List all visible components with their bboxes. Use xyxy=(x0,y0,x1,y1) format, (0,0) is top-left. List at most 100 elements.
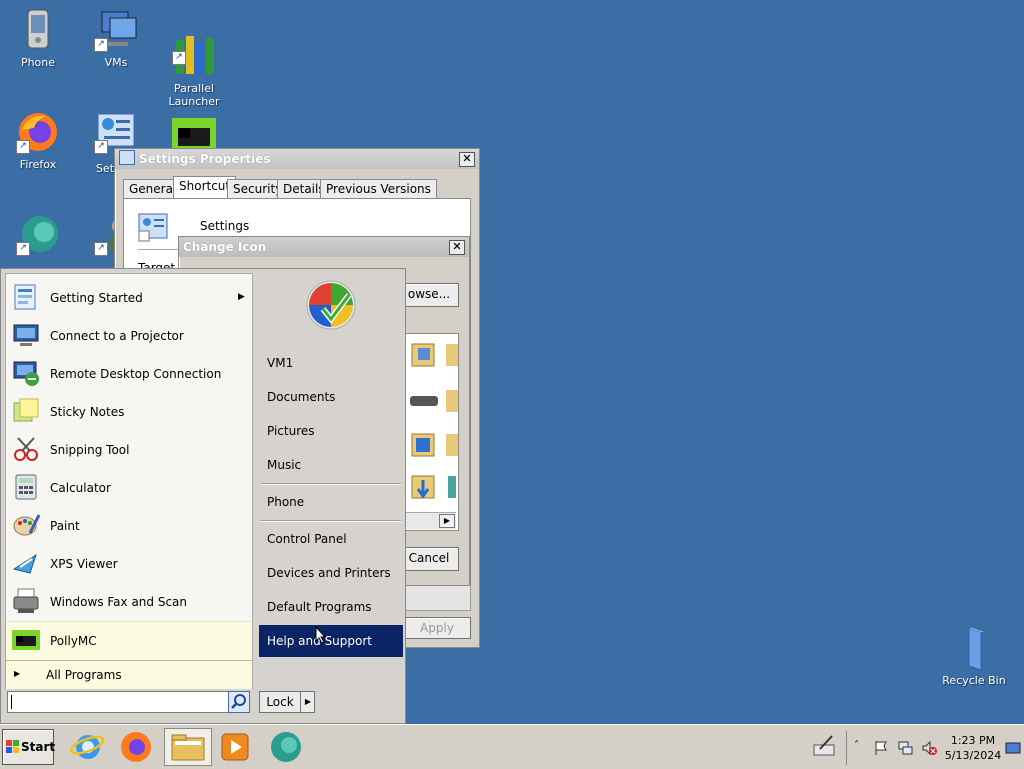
start-item-paint[interactable]: Paint xyxy=(6,507,252,545)
parallel-launcher-icon: ↗ xyxy=(172,21,216,74)
browse-button[interactable]: owse... xyxy=(399,283,459,307)
taskbar-firefox[interactable] xyxy=(118,729,154,765)
internet-explorer-icon xyxy=(69,735,105,759)
sticky-notes-icon xyxy=(12,397,40,425)
scroll-right-icon[interactable]: ▶ xyxy=(439,514,455,528)
apply-button[interactable]: Apply xyxy=(403,617,471,639)
pen-input-icon[interactable] xyxy=(812,733,836,757)
start-place-pictures[interactable]: Pictures xyxy=(259,416,403,446)
shortcut-arrow-icon: ↗ xyxy=(94,140,108,154)
recycle-bin-icon xyxy=(952,626,996,671)
taskbar: Start ˄ 1:23 PM 5/13/2024 xyxy=(0,724,1024,769)
shutdown-options-arrow-icon[interactable]: ▶ xyxy=(300,692,315,712)
start-item-snipping-tool[interactable]: Snipping Tool xyxy=(6,431,252,469)
clock[interactable]: 1:23 PM 5/13/2024 xyxy=(943,733,1003,763)
start-item-getting-started[interactable]: Getting Started ▶ xyxy=(6,279,252,317)
desktop-icon-label: VMs xyxy=(104,56,128,69)
tab-previous-versions[interactable]: Previous Versions xyxy=(320,179,437,198)
icon-list-scrollbar[interactable]: ▶ xyxy=(406,512,456,529)
chat-bubble-icon xyxy=(271,732,301,762)
start-place-control-panel[interactable]: Control Panel xyxy=(259,524,403,554)
folder-icon xyxy=(171,734,205,761)
icon-list[interactable]: ▶ xyxy=(405,333,459,531)
start-place-vm1[interactable]: VM1 xyxy=(259,348,403,378)
desktop-icon-label: Phone xyxy=(20,56,56,69)
taskbar-chat-app[interactable] xyxy=(268,729,304,765)
desktop-icon-label: Parallel Launcher xyxy=(168,82,220,108)
close-button[interactable]: ✕ xyxy=(449,240,465,255)
ok-button-partial[interactable] xyxy=(405,585,471,611)
start-item-label: Connect to a Projector xyxy=(50,329,184,343)
start-place-phone[interactable]: Phone xyxy=(259,487,403,517)
taskbar-media-player[interactable] xyxy=(218,729,254,765)
text-cursor xyxy=(11,695,12,709)
taskbar-file-explorer[interactable] xyxy=(164,728,212,766)
start-button[interactable]: Start xyxy=(2,729,55,765)
start-menu-programs-pane: Getting Started ▶ Connect to a Projector… xyxy=(5,273,253,689)
windows-security-logo-icon xyxy=(305,279,357,331)
start-item-xps-viewer[interactable]: XPS Viewer xyxy=(6,545,252,583)
volume-muted-icon[interactable] xyxy=(921,740,937,756)
mouse-pointer-icon xyxy=(315,625,327,644)
taskbar-internet-explorer[interactable] xyxy=(69,729,106,765)
window-title: Settings Properties xyxy=(139,152,271,166)
all-programs-button[interactable]: ▶ All Programs xyxy=(6,660,252,689)
pollymc-icon xyxy=(12,626,40,654)
start-place-default-programs[interactable]: Default Programs xyxy=(259,592,403,622)
start-item-pollymc[interactable]: PollyMC xyxy=(6,621,252,661)
divider xyxy=(138,249,178,250)
notification-area: ˄ 1:23 PM 5/13/2024 xyxy=(846,731,1023,765)
show-desktop-icon[interactable] xyxy=(1005,740,1021,756)
vms-icon: ↗ xyxy=(94,8,138,52)
desktop-icon-firefox[interactable]: ↗ Firefox xyxy=(0,110,76,171)
start-place-devices-printers[interactable]: Devices and Printers xyxy=(259,558,403,588)
desktop-icon-label: Firefox xyxy=(19,158,57,171)
scissors-icon xyxy=(12,435,40,463)
firefox-icon: ↗ xyxy=(16,110,60,154)
desktop-icon-parallel-launcher[interactable]: ↗ Parallel Launcher xyxy=(156,8,232,121)
start-item-label: Windows Fax and Scan xyxy=(50,595,188,609)
desktop-icon-vms[interactable]: ↗ VMs xyxy=(78,8,154,69)
start-place-music[interactable]: Music xyxy=(259,450,403,480)
close-button[interactable]: ✕ xyxy=(459,152,475,167)
network-icon[interactable] xyxy=(897,740,913,756)
window-titlebar[interactable]: Settings Properties ✕ xyxy=(115,149,479,169)
dialog-titlebar[interactable]: Change Icon ✕ xyxy=(179,237,469,257)
lock-button[interactable]: Lock xyxy=(260,692,300,712)
shortcut-arrow-icon: ↗ xyxy=(16,242,30,256)
start-item-label: PollyMC xyxy=(50,634,97,648)
start-item-remote-desktop[interactable]: Remote Desktop Connection xyxy=(6,355,252,393)
windows-logo-icon xyxy=(6,740,19,753)
search-button[interactable] xyxy=(228,691,250,713)
start-search-input[interactable] xyxy=(7,691,229,713)
media-player-icon xyxy=(221,733,249,761)
start-item-label: Sticky Notes xyxy=(50,405,125,419)
desktop-icon-recycle-bin[interactable]: Recycle Bin xyxy=(936,626,1012,687)
dialog-title: Change Icon xyxy=(183,240,267,254)
shortcut-name-label: Settings xyxy=(200,219,250,233)
start-place-help-support[interactable]: Help and Support xyxy=(259,625,403,657)
paint-palette-icon xyxy=(12,511,41,539)
shortcut-arrow-icon: ↗ xyxy=(172,51,186,65)
clock-time: 1:23 PM xyxy=(950,734,996,747)
cancel-button[interactable]: Cancel xyxy=(399,547,459,571)
action-center-flag-icon[interactable] xyxy=(873,740,889,756)
calculator-icon xyxy=(12,473,40,501)
remote-desktop-icon xyxy=(12,359,40,387)
close-icon: ✕ xyxy=(462,152,472,165)
start-item-calculator[interactable]: Calculator xyxy=(6,469,252,507)
start-item-connect-projector[interactable]: Connect to a Projector xyxy=(6,317,252,355)
settings-shortcut-icon xyxy=(138,213,168,243)
desktop-icon-phone[interactable]: Phone xyxy=(0,8,76,69)
start-item-label: XPS Viewer xyxy=(50,557,118,571)
desktop-icon-label: Set xyxy=(96,162,115,175)
start-menu: Getting Started ▶ Connect to a Projector… xyxy=(0,268,406,724)
divider xyxy=(261,520,401,522)
show-hidden-icons-button[interactable]: ˄ xyxy=(854,740,859,751)
start-item-sticky-notes[interactable]: Sticky Notes xyxy=(6,393,252,431)
clock-date: 5/13/2024 xyxy=(944,749,1002,762)
start-place-documents[interactable]: Documents xyxy=(259,382,403,412)
settings-window-icon xyxy=(119,150,135,165)
desktop-icon-chat[interactable]: ↗ xyxy=(0,212,76,260)
start-item-fax-scan[interactable]: Windows Fax and Scan xyxy=(6,583,252,621)
